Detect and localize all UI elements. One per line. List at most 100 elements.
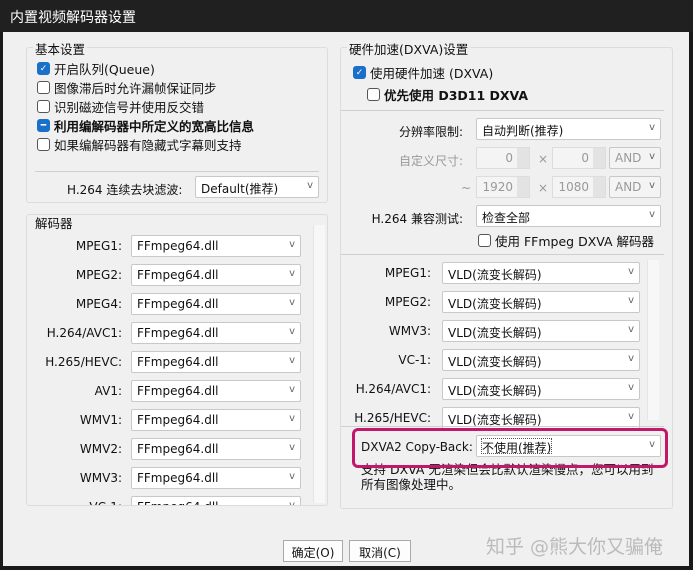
checkbox-icon: ━: [37, 119, 50, 132]
basic-settings-group: 基本设置 ✓ 开启队列(Queue) 图像滞后时允许漏帧保证同步 识别磁迹信号并使用反…: [26, 39, 328, 203]
scrollbar[interactable]: [313, 225, 325, 503]
decoder-label: H.265/HEVC:: [45, 355, 122, 369]
decoder-select[interactable]: FFmpeg64.dll v: [131, 496, 301, 505]
chevron-down-icon: v: [289, 268, 295, 279]
min-height-spinner[interactable]: 0: [552, 147, 606, 169]
checkbox-icon: [37, 81, 50, 94]
decoder-label: MPEG2:: [75, 268, 122, 282]
decoder-label: MPEG4:: [75, 297, 122, 311]
custom-size-label: 自定义尺寸:: [398, 154, 463, 168]
checkbox-checked-icon: ✓: [353, 66, 366, 79]
select-value: AND: [615, 151, 642, 165]
basic-option-checkbox[interactable]: 如果编解码器有隐藏式字幕则支持: [37, 135, 242, 154]
chevron-down-icon: v: [289, 239, 295, 250]
chevron-down-icon: v: [307, 180, 313, 191]
basic-option-checkbox[interactable]: 图像滞后时允许漏帧保证同步: [37, 78, 217, 97]
group-label: 解码器: [33, 215, 75, 232]
decoder-label: VC-1:: [27, 500, 122, 505]
checkbox-icon: [367, 88, 380, 101]
times-label: ×: [538, 181, 549, 195]
ok-button[interactable]: 确定(O): [283, 540, 343, 562]
decoder-select[interactable]: FFmpeg64.dll v: [131, 322, 301, 344]
decoder-select[interactable]: FFmpeg64.dll v: [131, 351, 301, 373]
dxva-mode-select[interactable]: VLD(流变长解码) v: [442, 349, 640, 371]
chevron-down-icon: v: [649, 209, 655, 220]
decoder-select[interactable]: FFmpeg64.dll v: [131, 264, 301, 286]
deblock-label: H.264 连续去块滤波:: [67, 183, 183, 197]
decoder-select[interactable]: FFmpeg64.dll v: [131, 235, 301, 257]
dxva-codec-label: H.264/AVC1:: [355, 382, 431, 396]
select-value: FFmpeg64.dll: [137, 268, 219, 282]
select-value: FFmpeg64.dll: [137, 442, 219, 456]
dxva-codec-label: MPEG1:: [384, 266, 431, 280]
select-value: Default(推荐): [201, 182, 279, 196]
prefer-d3d11-checkbox[interactable]: 优先使用 D3D11 DXVA: [367, 85, 528, 104]
chevron-down-icon: v: [289, 384, 295, 395]
dxva-codec-label: VC-1:: [398, 353, 431, 367]
chevron-down-icon: v: [289, 297, 295, 308]
dxva-codec-label: WMV3:: [388, 324, 431, 338]
select-value: FFmpeg64.dll: [137, 297, 219, 311]
checkbox-icon: [478, 234, 491, 247]
select-value: AND: [615, 180, 642, 194]
checkbox-label: 优先使用 D3D11 DXVA: [384, 88, 529, 103]
select-value: FFmpeg64.dll: [137, 326, 219, 340]
resolution-limit-label: 分辨率限制:: [398, 125, 463, 139]
select-value: FFmpeg64.dll: [137, 471, 219, 485]
select-value: VLD(流变长解码): [448, 355, 542, 369]
select-value: VLD(流变长解码): [448, 384, 542, 398]
checkbox-icon: [37, 100, 50, 113]
ffmpeg-dxva-checkbox[interactable]: 使用 FFmpeg DXVA 解码器: [478, 231, 654, 250]
min-width-spinner[interactable]: 0: [476, 147, 530, 169]
chevron-down-icon: v: [628, 382, 634, 393]
basic-option-checkbox[interactable]: ━ 利用编解码器中所定义的宽高比信息: [37, 116, 254, 135]
select-value: VLD(流变长解码): [448, 268, 542, 282]
and-select-2[interactable]: AND v: [609, 176, 661, 198]
use-hw-accel-checkbox[interactable]: ✓ 使用硬件加速 (DXVA): [353, 63, 493, 82]
window-title: 内置视频解码器设置: [0, 0, 693, 32]
group-label: 硬件加速(DXVA)设置: [347, 39, 471, 58]
dialog-body: 基本设置 ✓ 开启队列(Queue) 图像滞后时允许漏帧保证同步 识别磁迹信号并使用反…: [3, 32, 689, 566]
checkbox-label: 使用 FFmpeg DXVA 解码器: [495, 234, 655, 249]
decoder-select[interactable]: FFmpeg64.dll v: [131, 409, 301, 431]
dxva-mode-select[interactable]: VLD(流变长解码) v: [442, 320, 640, 342]
decoder-select[interactable]: FFmpeg64.dll v: [131, 467, 301, 489]
decoder-select[interactable]: FFmpeg64.dll v: [131, 438, 301, 460]
basic-option-checkbox[interactable]: ✓ 开启队列(Queue): [37, 59, 155, 78]
checkbox-label: 识别磁迹信号并使用反交错: [54, 100, 205, 115]
select-value: VLD(流变长解码): [448, 297, 542, 311]
select-value: VLD(流变长解码): [448, 326, 542, 340]
chevron-down-icon: v: [628, 411, 634, 422]
decoder-label: AV1:: [94, 384, 122, 398]
decoder-label: MPEG1:: [75, 239, 122, 253]
dxva-mode-select[interactable]: VLD(流变长解码) v: [442, 291, 640, 313]
max-height-spinner[interactable]: 1080: [552, 176, 606, 198]
select-value: FFmpeg64.dll: [137, 355, 219, 369]
h264-compat-label: H.264 兼容测试:: [371, 212, 463, 226]
cancel-button[interactable]: 取消(C): [349, 540, 411, 562]
chevron-down-icon: v: [289, 413, 295, 424]
decoder-label: H.264/AVC1:: [46, 326, 122, 340]
h264-compat-select[interactable]: 检查全部 v: [476, 205, 661, 227]
deblock-select[interactable]: Default(推荐) v: [195, 176, 319, 198]
select-value: FFmpeg64.dll: [137, 239, 219, 253]
decoder-select[interactable]: FFmpeg64.dll v: [131, 293, 301, 315]
and-select-1[interactable]: AND v: [609, 147, 661, 169]
decoder-select[interactable]: FFmpeg64.dll v: [131, 380, 301, 402]
chevron-down-icon: v: [289, 471, 295, 482]
select-value: VLD(流变长解码): [448, 413, 542, 427]
dxva-mode-select[interactable]: VLD(流变长解码) v: [442, 262, 640, 284]
basic-option-checkbox[interactable]: 识别磁迹信号并使用反交错: [37, 97, 204, 116]
select-value: FFmpeg64.dll: [137, 413, 219, 427]
checkbox-icon: ✓: [37, 62, 50, 75]
watermark: 知乎 @熊大你又骗俺: [486, 536, 664, 558]
scrollbar[interactable]: [647, 260, 659, 420]
resolution-limit-select[interactable]: 自动判断(推荐) v: [476, 118, 661, 140]
checkbox-label: 使用硬件加速 (DXVA): [370, 66, 494, 81]
max-width-spinner[interactable]: 1920: [476, 176, 530, 198]
select-value: FFmpeg64.dll: [137, 500, 218, 505]
dxva-mode-select[interactable]: VLD(流变长解码) v: [442, 378, 640, 400]
dxva-codec-label: H.265/HEVC:: [354, 411, 431, 425]
decoders-group: 解码器 MPEG1: FFmpeg64.dll v MPEG2: FFmpeg64.dl…: [26, 214, 328, 506]
chevron-down-icon: v: [649, 151, 655, 162]
